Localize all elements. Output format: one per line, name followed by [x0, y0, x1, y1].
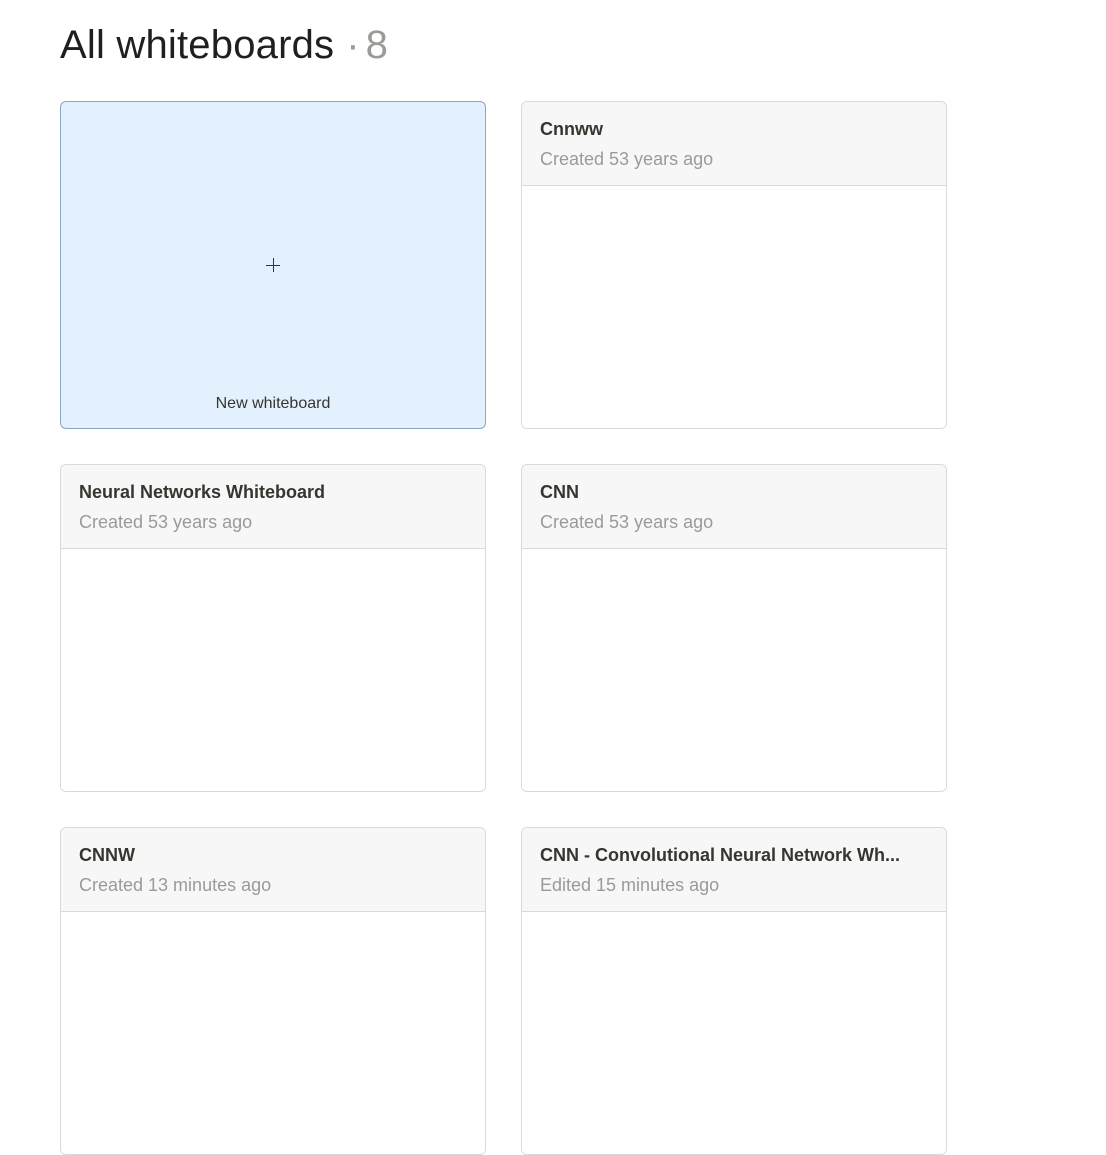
- card-header: CNN Created 53 years ago: [522, 465, 946, 549]
- page-title: All whiteboards: [60, 22, 335, 67]
- whiteboard-grid: New whiteboard Cnnww Created 53 years ag…: [60, 101, 947, 1155]
- card-title: CNN: [540, 482, 579, 502]
- whiteboard-card[interactable]: CNN - Convolutional Neural Network Wh...…: [521, 827, 947, 1155]
- whiteboard-card[interactable]: Cnnww Created 53 years ago: [521, 101, 947, 429]
- card-title: Cnnww: [540, 119, 603, 139]
- card-title: CNNW: [79, 845, 135, 865]
- card-timestamp: Edited 15 minutes ago: [540, 875, 720, 895]
- whiteboard-card[interactable]: CNN Created 53 years ago: [521, 464, 947, 792]
- card-header: CNN - Convolutional Neural Network Wh...…: [522, 828, 946, 912]
- card-header: CNNW Created 13 minutes ago: [61, 828, 485, 912]
- card-preview: [522, 186, 946, 428]
- card-header: Neural Networks Whiteboard Created 53 ye…: [61, 465, 485, 549]
- card-preview: [522, 912, 946, 1154]
- plus-icon: [266, 258, 280, 272]
- card-timestamp: Created 13 minutes ago: [79, 875, 272, 895]
- card-title: CNN - Convolutional Neural Network Wh...: [540, 845, 901, 865]
- whiteboard-card[interactable]: Neural Networks Whiteboard Created 53 ye…: [60, 464, 486, 792]
- card-header: Cnnww Created 53 years ago: [522, 102, 946, 186]
- new-whiteboard-label: New whiteboard: [215, 395, 331, 412]
- page-header: All whiteboards · 8: [60, 18, 388, 72]
- card-title: Neural Networks Whiteboard: [79, 482, 326, 502]
- card-preview: [522, 549, 946, 791]
- count-separator: ·: [346, 22, 360, 67]
- card-preview: [61, 549, 485, 791]
- card-timestamp: Created 53 years ago: [79, 512, 253, 532]
- card-timestamp: Created 53 years ago: [540, 149, 714, 169]
- card-timestamp: Created 53 years ago: [540, 512, 714, 532]
- whiteboard-card[interactable]: CNNW Created 13 minutes ago: [60, 827, 486, 1155]
- card-preview: [61, 912, 485, 1154]
- new-whiteboard-button[interactable]: New whiteboard: [60, 101, 486, 429]
- whiteboard-count: 8: [365, 22, 388, 67]
